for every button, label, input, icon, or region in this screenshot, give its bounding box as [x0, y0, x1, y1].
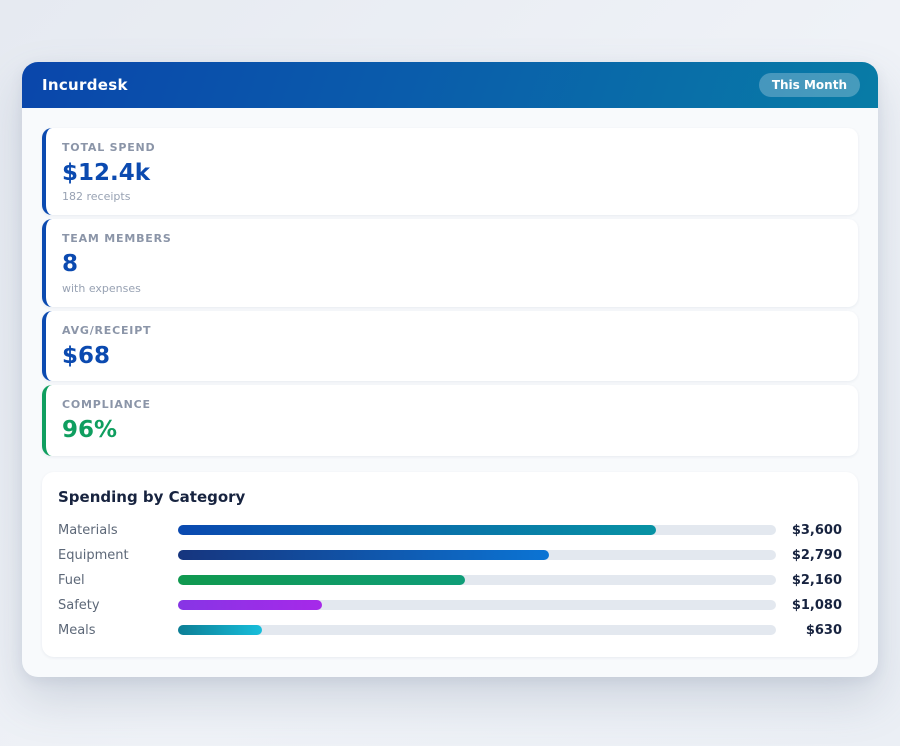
- dashboard-content: TOTAL SPEND $12.4k 182 receipts TEAM MEMBER…: [22, 108, 878, 677]
- category-label: Safety: [58, 597, 100, 613]
- chart-row: Safety $1,080: [58, 593, 842, 618]
- chart-row: Fuel $2,160: [58, 568, 842, 593]
- stat-value: $12.4k: [62, 160, 151, 186]
- stat-sub: 182 receipts: [62, 190, 131, 204]
- category-label: Fuel: [58, 572, 85, 588]
- bar-value-label: $1,080: [791, 597, 842, 613]
- bar-fill: [178, 625, 262, 636]
- bar-value-label: $630: [805, 622, 842, 638]
- bar-track: [178, 550, 776, 561]
- chart-card: Spending by Category Materials $3,600 Equi…: [42, 471, 858, 657]
- app-panel: Incurdesk This Month TOTAL SPEND $12.4k 18…: [22, 62, 878, 677]
- chart-row: Meals $630: [58, 618, 842, 643]
- stat-card: TOTAL SPEND $12.4k 182 receipts: [42, 128, 858, 216]
- bar-value-label: $3,600: [791, 522, 842, 538]
- category-label: Materials: [58, 522, 118, 538]
- bar-value-label: $2,160: [791, 572, 842, 588]
- bar-track: [178, 575, 776, 586]
- stat-card: COMPLIANCE 96%: [42, 385, 858, 456]
- stat-label: TOTAL SPEND: [62, 141, 156, 154]
- chart-row: Equipment $2,790: [58, 543, 842, 568]
- chart-row: Materials $3,600: [58, 518, 842, 543]
- stat-card: TEAM MEMBERS 8 with expenses: [42, 219, 858, 307]
- stat-label: AVG/RECEIPT: [62, 323, 152, 337]
- stat-value: 8: [62, 251, 79, 278]
- bar-fill: [178, 600, 322, 611]
- stat-value: 96%: [62, 417, 118, 444]
- bar-track: [178, 625, 776, 636]
- bar-track: [178, 525, 776, 536]
- chart-title: Spending by Category: [58, 487, 246, 506]
- stats-list: TOTAL SPEND $12.4k 182 receipts TEAM MEMBER…: [42, 128, 858, 456]
- app-header: Incurdesk This Month: [22, 62, 878, 108]
- bar-value-label: $2,790: [791, 547, 842, 563]
- bar-fill: [178, 575, 466, 586]
- stat-sub: with expenses: [62, 281, 141, 295]
- stat-card: AVG/RECEIPT $68: [42, 310, 858, 382]
- category-label: Equipment: [58, 547, 129, 563]
- stat-label: TEAM MEMBERS: [62, 232, 172, 246]
- bar-track: [178, 600, 776, 611]
- bar-fill: [178, 525, 657, 536]
- category-label: Meals: [58, 622, 96, 638]
- chart-rows: Materials $3,600 Equipment $2,790 Fuel $2,160…: [58, 518, 842, 643]
- stat-label: COMPLIANCE: [62, 398, 151, 412]
- period-badge[interactable]: This Month: [758, 73, 860, 97]
- bar-fill: [178, 550, 549, 561]
- app-title: Incurdesk: [42, 76, 128, 94]
- stat-value: $68: [62, 342, 111, 369]
